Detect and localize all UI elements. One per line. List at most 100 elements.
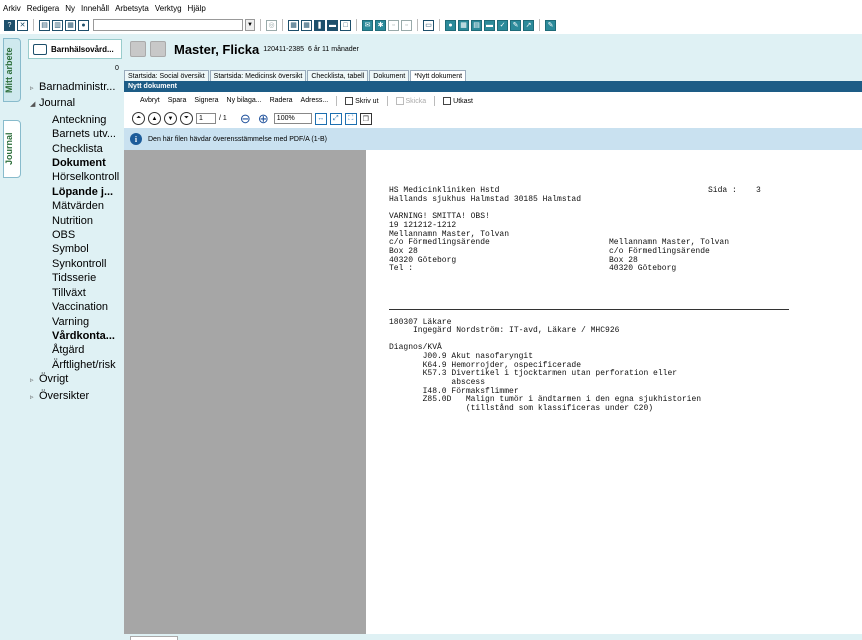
menu-item[interactable]: Innehåll [78, 4, 112, 13]
pencil-icon[interactable]: ✎ [545, 19, 556, 31]
tree-item[interactable]: Tillväxt [22, 286, 123, 300]
tree-item[interactable]: Dokument [22, 156, 123, 170]
tree-item[interactable]: Symbol [22, 242, 123, 256]
book-icon[interactable]: ▤ [471, 19, 482, 31]
fit-width-icon[interactable]: ↔ [314, 112, 327, 125]
document-icon[interactable]: ▦ [65, 19, 76, 31]
tel-label: Tel : [389, 264, 414, 273]
person-icon[interactable]: ● [78, 19, 89, 31]
tree-item[interactable]: OBS [22, 228, 123, 242]
tree-item[interactable]: Varning [22, 315, 123, 329]
edit-icon[interactable]: ✎ [510, 19, 521, 31]
tree-item[interactable]: Vaccination [22, 300, 123, 314]
menu-item[interactable]: Redigera [24, 4, 62, 13]
print-checkbox[interactable]: Skriv ut [341, 96, 382, 105]
tree-item-label: Anteckning [52, 113, 107, 126]
menu-item[interactable]: Ny [62, 4, 78, 13]
tree-item[interactable]: Vårdkonta... [22, 329, 123, 343]
home-icon[interactable] [130, 41, 146, 57]
combo-dropdown-icon[interactable]: ▼ [245, 19, 255, 31]
previous-page-icon[interactable]: ▲ [148, 112, 161, 125]
toolbar-separator [33, 19, 34, 31]
last-page-icon[interactable]: ⏷ [180, 112, 193, 125]
tree-item[interactable]: ▹ Översikter [22, 389, 123, 405]
delete-button[interactable]: Radera [266, 97, 297, 104]
expand-arrow-icon[interactable]: ▹ [30, 391, 39, 405]
disabled-icon[interactable]: ▫ [388, 19, 399, 31]
menu-item[interactable]: Verktyg [152, 4, 185, 13]
search-combo[interactable] [93, 19, 243, 31]
print-icon[interactable]: ▤ [39, 19, 50, 31]
rows-icon[interactable]: ▬ [327, 19, 338, 31]
fullscreen-icon[interactable]: ⛶ [344, 112, 357, 125]
unit-selector[interactable]: Barnhälsovård... [28, 39, 122, 59]
tree-item[interactable]: Checklista [22, 142, 123, 156]
expand-arrow-icon[interactable]: ▹ [30, 374, 39, 388]
tree-item[interactable]: Åtgärd [22, 343, 123, 357]
tree-item[interactable]: Hörselkontroll [22, 170, 123, 184]
settings-icon[interactable]: ✱ [375, 19, 386, 31]
menu-item[interactable]: Arkiv [0, 4, 24, 13]
tree-item[interactable]: Löpande j... [22, 185, 123, 199]
collapse-arrow-icon[interactable]: ◢ [30, 98, 39, 112]
bottom-tab[interactable] [130, 636, 178, 640]
document-tab[interactable]: *Nytt dokument [410, 70, 467, 81]
menu-item[interactable]: Arbetsyta [112, 4, 152, 13]
cancel-button[interactable]: Avbryt [136, 97, 164, 104]
zoom-out-icon[interactable]: ⊖ [238, 111, 253, 126]
save-icon[interactable]: ▥ [52, 19, 63, 31]
tree-item[interactable]: Synkontroll [22, 257, 123, 271]
divider-line [389, 309, 789, 310]
disabled-icon-2[interactable]: ▫ [401, 19, 412, 31]
menu-item[interactable]: Hjälp [185, 4, 209, 13]
close-window-icon[interactable]: ✕ [17, 19, 28, 31]
pdf-background [124, 150, 366, 634]
layout-icon[interactable]: ▦ [301, 19, 312, 31]
sign-button[interactable]: Signera [190, 97, 222, 104]
separator [434, 95, 436, 106]
tree-item[interactable]: ◢ Journal [22, 96, 123, 112]
tab-journal[interactable]: Journal [3, 120, 21, 178]
zoom-in-icon[interactable]: ⊕ [256, 111, 271, 126]
tree-item[interactable]: Tidsserie [22, 271, 123, 285]
address-button[interactable]: Adress... [297, 97, 333, 104]
tree-item[interactable]: Mätvärden [22, 199, 123, 213]
monitor-icon[interactable]: ▭ [423, 19, 434, 31]
send-checkbox[interactable]: Skicka [392, 96, 431, 105]
document-tab[interactable]: Dokument [369, 70, 410, 81]
new-attachment-button[interactable]: Ny bilaga... [223, 97, 266, 104]
columns-icon[interactable]: ❚ [314, 19, 325, 31]
keyboard-icon[interactable]: ▬ [484, 19, 495, 31]
calendar-icon[interactable]: ▦ [458, 19, 469, 31]
next-page-icon[interactable]: ▼ [164, 112, 177, 125]
draft-checkbox[interactable]: Utkast [439, 96, 477, 105]
document-tab[interactable]: Startsida: Social översikt [124, 70, 209, 81]
window-icon[interactable]: □ [340, 19, 351, 31]
document-tab[interactable]: Checklista, tabell [307, 70, 369, 81]
refresh-icon[interactable]: ◎ [266, 19, 277, 31]
checklist-icon[interactable]: ✓ [497, 19, 508, 31]
first-page-icon[interactable]: ⏶ [132, 112, 145, 125]
fit-page-icon[interactable]: ⤢ [329, 112, 342, 125]
chart-icon[interactable]: ↗ [523, 19, 534, 31]
pages-icon[interactable]: ❐ [359, 112, 372, 125]
patient-card-icon[interactable] [150, 41, 166, 57]
tree-item[interactable]: Anteckning [22, 113, 123, 127]
tree-item[interactable]: Nutrition [22, 214, 123, 228]
mail-icon[interactable]: ✉ [362, 19, 373, 31]
zoom-select[interactable]: 100% [273, 113, 312, 124]
tree-item[interactable]: Barnets utv... [22, 127, 123, 141]
save-button[interactable]: Spara [164, 97, 191, 104]
grid-icon[interactable]: ▦ [288, 19, 299, 31]
tree-item[interactable]: Ärftlighet/risk [22, 358, 123, 372]
help-icon[interactable]: ? [4, 19, 15, 31]
tree-item[interactable]: ▹ Övrigt [22, 372, 123, 388]
document-header: Nytt dokument [124, 81, 862, 92]
tab-mitt-arbete[interactable]: Mitt arbete [3, 38, 21, 102]
author-line: Ingegärd Nordström: IT-avd, Läkare / MHC… [389, 326, 620, 335]
page-number-input[interactable]: 1 [196, 113, 216, 124]
people-icon[interactable]: ● [445, 19, 456, 31]
tree-item[interactable]: ▹ Barnadministr... [22, 80, 123, 96]
expand-arrow-icon[interactable]: ▹ [30, 82, 39, 96]
document-tab[interactable]: Startsida: Medicinsk översikt [209, 70, 307, 81]
